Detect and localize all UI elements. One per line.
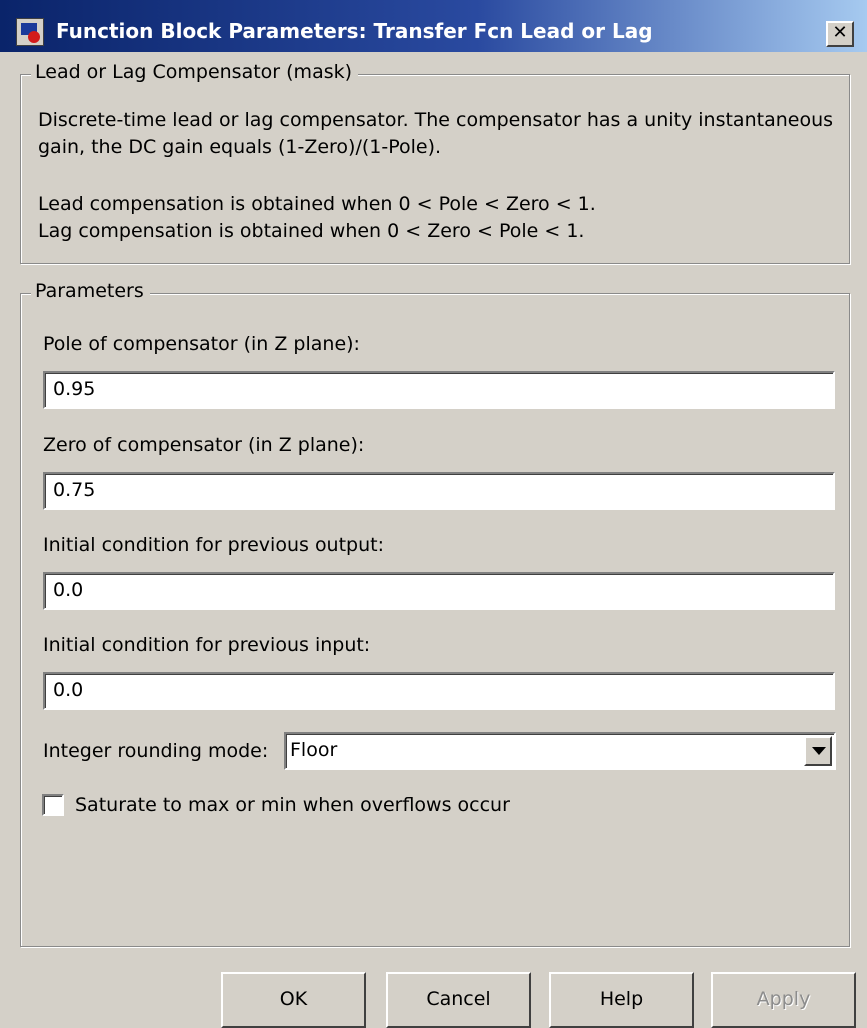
window-title: Function Block Parameters: Transfer Fcn …: [56, 19, 653, 43]
description-legend: Lead or Lag Compensator (mask): [31, 61, 359, 83]
ic-input-input[interactable]: 0.0: [43, 672, 835, 710]
apply-button[interactable]: Apply: [711, 972, 856, 1028]
rounding-mode-label: Integer rounding mode:: [43, 740, 269, 762]
ic-output-input[interactable]: 0.0: [43, 572, 835, 610]
zero-label: Zero of compensator (in Z plane):: [43, 434, 365, 456]
rounding-mode-value: Floor: [290, 739, 338, 761]
pole-input[interactable]: 0.95: [43, 371, 835, 409]
close-button[interactable]: ✕: [826, 21, 854, 47]
saturate-label[interactable]: Saturate to max or min when overflows oc…: [75, 794, 510, 816]
help-button[interactable]: Help: [549, 972, 694, 1028]
close-icon: ✕: [832, 22, 848, 43]
dropdown-button[interactable]: [804, 736, 832, 766]
dialog-window: Function Block Parameters: Transfer Fcn …: [0, 0, 867, 1028]
description-line-3: Lead compensation is obtained when 0 < P…: [38, 193, 596, 215]
ok-button[interactable]: OK: [221, 972, 366, 1028]
chevron-down-icon: [812, 747, 826, 755]
rounding-mode-select[interactable]: Floor: [284, 732, 836, 770]
parameters-legend: Parameters: [31, 280, 150, 302]
saturate-checkbox[interactable]: [42, 794, 64, 816]
ic-input-label: Initial condition for previous input:: [43, 634, 371, 656]
simulink-block-icon: [16, 18, 44, 46]
ic-output-label: Initial condition for previous output:: [43, 534, 385, 556]
description-line-4: Lag compensation is obtained when 0 < Ze…: [38, 220, 585, 242]
pole-label: Pole of compensator (in Z plane):: [43, 333, 360, 355]
description-line-1: Discrete-time lead or lag compensator. T…: [38, 109, 834, 131]
cancel-button[interactable]: Cancel: [386, 972, 531, 1028]
zero-input[interactable]: 0.75: [43, 472, 835, 510]
description-line-2: gain, the DC gain equals (1-Zero)/(1-Pol…: [38, 136, 442, 158]
title-bar[interactable]: Function Block Parameters: Transfer Fcn …: [0, 0, 867, 52]
